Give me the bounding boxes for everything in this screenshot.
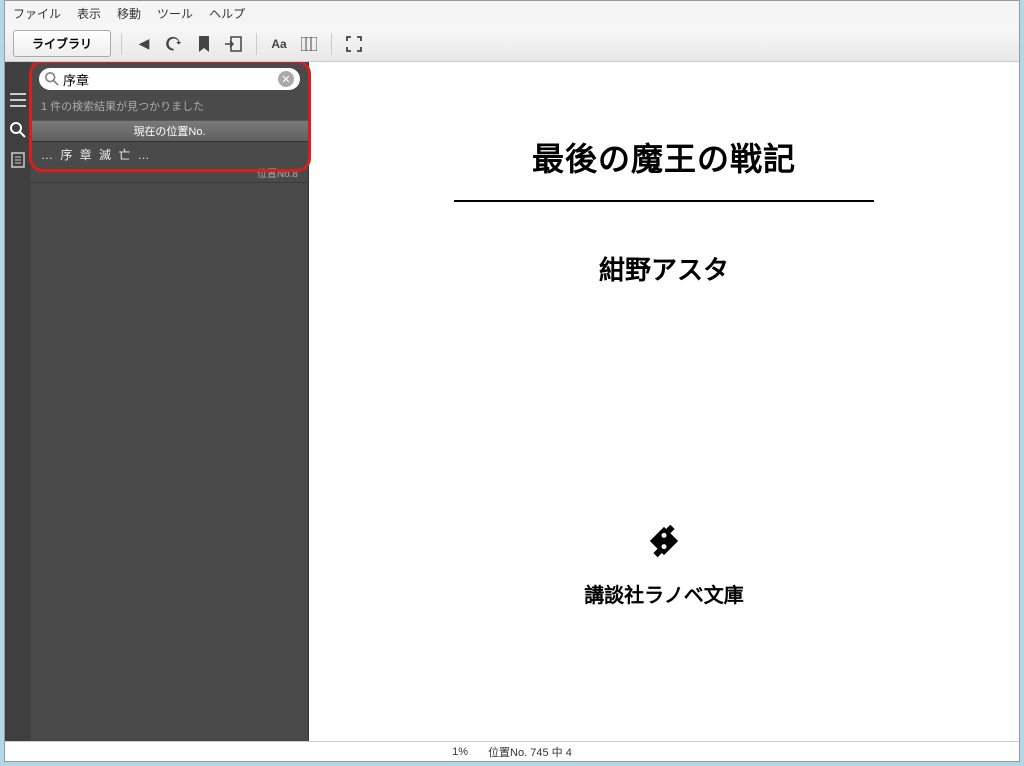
search-tab-icon[interactable] xyxy=(8,120,28,140)
back-icon[interactable]: ◀ xyxy=(132,32,156,56)
search-field[interactable]: ✕ xyxy=(39,68,300,90)
statusbar: 1% 位置No. 745 中 4 xyxy=(5,741,1019,761)
menu-view[interactable]: 表示 xyxy=(77,5,101,22)
search-result-location: 位置No.8 xyxy=(41,163,298,180)
toolbar: ライブラリ ◀ Aa xyxy=(5,26,1019,62)
menubar: ファイル 表示 移動 ツール ヘルプ xyxy=(5,1,1019,26)
notes-icon[interactable] xyxy=(8,150,28,170)
export-icon[interactable] xyxy=(222,32,246,56)
bookmark-icon[interactable] xyxy=(192,32,216,56)
sync-icon[interactable] xyxy=(162,32,186,56)
search-input[interactable] xyxy=(59,72,278,87)
book-title: 最後の魔王の戦記 xyxy=(374,134,954,180)
toc-icon[interactable] xyxy=(8,90,28,110)
left-rail xyxy=(5,62,31,741)
fullscreen-icon[interactable] xyxy=(342,32,366,56)
publisher-logo-icon xyxy=(640,517,688,565)
reader-pane[interactable]: 最後の魔王の戦記 紺野アスタ 講談社ラノベ文庫 xyxy=(309,62,1019,741)
menu-tools[interactable]: ツール xyxy=(157,5,193,22)
search-icon xyxy=(45,72,59,86)
clear-search-icon[interactable]: ✕ xyxy=(278,71,294,87)
location-text: 位置No. 745 中 4 xyxy=(488,744,572,760)
library-button[interactable]: ライブラリ xyxy=(13,30,111,57)
search-sidebar: ✕ 1 件の検索結果が見つかりました 現在の位置No. … 序 章 滅 亡 … … xyxy=(31,62,309,741)
divider xyxy=(331,33,332,55)
location-header: 現在の位置No. xyxy=(31,120,308,142)
search-result-count: 1 件の検索結果が見つかりました xyxy=(31,94,308,120)
progress-percent: 1% xyxy=(452,746,468,758)
menu-file[interactable]: ファイル xyxy=(13,5,61,22)
columns-icon[interactable] xyxy=(297,32,321,56)
publisher-name: 講談社ラノベ文庫 xyxy=(374,579,954,608)
search-result-label: … 序 章 滅 亡 … xyxy=(41,146,298,163)
book-page: 最後の魔王の戦記 紺野アスタ 講談社ラノベ文庫 xyxy=(374,62,954,608)
book-author: 紺野アスタ xyxy=(374,250,954,287)
search-result-item[interactable]: … 序 章 滅 亡 … 位置No.8 xyxy=(31,142,308,183)
divider xyxy=(121,33,122,55)
title-underline xyxy=(454,200,874,202)
divider xyxy=(256,33,257,55)
menu-go[interactable]: 移動 xyxy=(117,5,141,22)
font-size-icon[interactable]: Aa xyxy=(267,32,291,56)
menu-help[interactable]: ヘルプ xyxy=(209,5,245,22)
